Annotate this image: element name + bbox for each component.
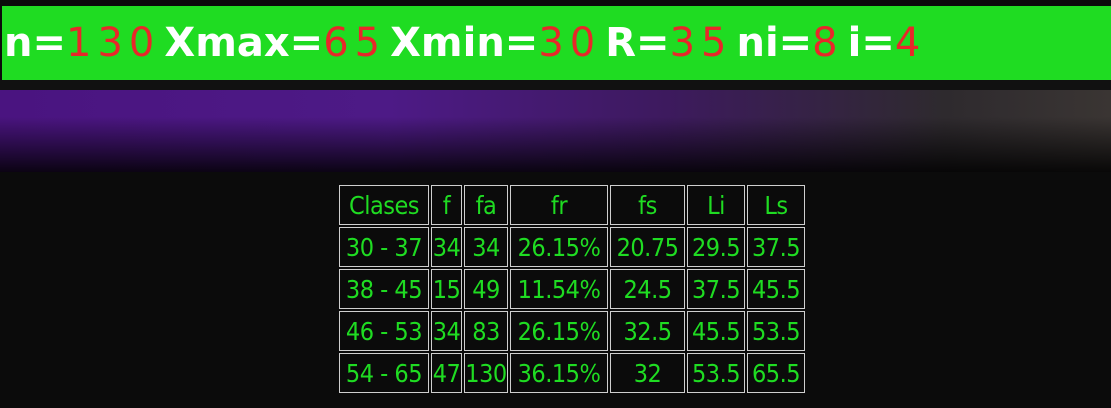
- frequency-table: Clases f fa fr fs Li Ls 30 - 37 34 34 26…: [337, 183, 807, 395]
- cell-fr: 11.54%: [510, 269, 608, 309]
- stat-label: Xmax=: [164, 20, 324, 66]
- cell-ls: 45.5: [747, 269, 805, 309]
- stat-value: 4: [894, 20, 927, 66]
- header-fr: fr: [510, 185, 608, 225]
- cell-f: 15: [431, 269, 462, 309]
- cell-f: 47: [431, 353, 462, 393]
- cell-fs: 20.75: [610, 227, 685, 267]
- stat-i: i= 4: [848, 23, 927, 63]
- cell-clases: 54 - 65: [339, 353, 429, 393]
- cell-li: 37.5: [687, 269, 745, 309]
- cell-fs: 32.5: [610, 311, 685, 351]
- stat-range: R= 35: [605, 23, 732, 63]
- table-row: 30 - 37 34 34 26.15% 20.75 29.5 37.5: [339, 227, 805, 267]
- gradient-band: [0, 80, 1111, 172]
- table-row: 38 - 45 15 49 11.54% 24.5 37.5 45.5: [339, 269, 805, 309]
- header-li: Li: [687, 185, 745, 225]
- cell-ls: 65.5: [747, 353, 805, 393]
- stat-value: 30: [538, 20, 602, 66]
- stat-value: 8: [812, 20, 844, 66]
- header-fs: fs: [610, 185, 685, 225]
- cell-fa: 34: [464, 227, 508, 267]
- cell-ls: 37.5: [747, 227, 805, 267]
- cell-fr: 26.15%: [510, 227, 608, 267]
- table-header-row: Clases f fa fr fs Li Ls: [339, 185, 805, 225]
- stat-xmax: Xmax= 65: [164, 23, 386, 63]
- cell-fs: 32: [610, 353, 685, 393]
- stat-value: 130: [66, 20, 161, 66]
- cell-fa: 49: [464, 269, 508, 309]
- header-fa: fa: [464, 185, 508, 225]
- cell-fr: 26.15%: [510, 311, 608, 351]
- cell-clases: 30 - 37: [339, 227, 429, 267]
- cell-clases: 38 - 45: [339, 269, 429, 309]
- stat-value: 65: [323, 20, 387, 66]
- cell-li: 53.5: [687, 353, 745, 393]
- stat-label: ni=: [736, 20, 813, 66]
- stat-label: Xmin=: [390, 20, 539, 66]
- stat-ni: ni= 8: [736, 23, 843, 63]
- stat-xmin: Xmin= 30: [390, 23, 601, 63]
- stat-label: i=: [847, 20, 895, 66]
- header-ls: Ls: [747, 185, 805, 225]
- stat-label: R=: [605, 20, 670, 66]
- page: n= 130 Xmax= 65 Xmin= 30 R= 35 ni= 8 i= …: [0, 0, 1111, 408]
- cell-clases: 46 - 53: [339, 311, 429, 351]
- header-f: f: [431, 185, 462, 225]
- cell-f: 34: [431, 227, 462, 267]
- header-clases: Clases: [339, 185, 429, 225]
- cell-fa: 83: [464, 311, 508, 351]
- cell-f: 34: [431, 311, 462, 351]
- frequency-table-wrapper: Clases f fa fr fs Li Ls 30 - 37 34 34 26…: [337, 183, 807, 395]
- cell-fs: 24.5: [610, 269, 685, 309]
- stat-n: n= 130: [4, 23, 160, 63]
- stat-label: n=: [4, 20, 66, 66]
- stat-value: 35: [669, 20, 733, 66]
- cell-fa: 130: [464, 353, 508, 393]
- table-row: 54 - 65 47 130 36.15% 32 53.5 65.5: [339, 353, 805, 393]
- cell-fr: 36.15%: [510, 353, 608, 393]
- table-row: 46 - 53 34 83 26.15% 32.5 45.5 53.5: [339, 311, 805, 351]
- cell-li: 29.5: [687, 227, 745, 267]
- cell-ls: 53.5: [747, 311, 805, 351]
- gradient-band-top: [0, 80, 1111, 90]
- cell-li: 45.5: [687, 311, 745, 351]
- stats-bar: n= 130 Xmax= 65 Xmin= 30 R= 35 ni= 8 i= …: [2, 6, 1111, 80]
